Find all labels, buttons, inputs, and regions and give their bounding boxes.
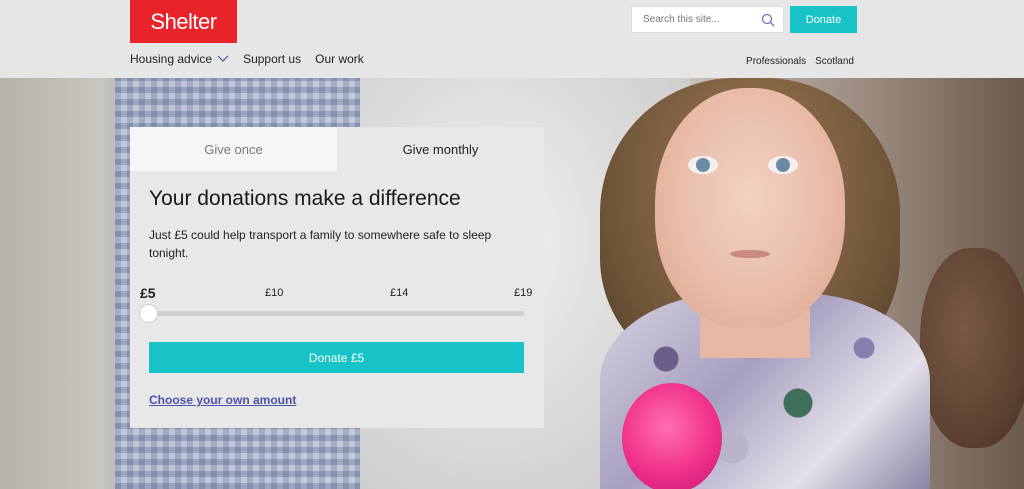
- panel-description: Just £5 could help transport a family to…: [149, 228, 492, 260]
- nav-our-work[interactable]: Our work: [315, 52, 364, 66]
- nav-housing-advice[interactable]: Housing advice: [130, 52, 229, 66]
- site-header: Shelter Donate Housing advice Support us…: [0, 0, 1024, 78]
- util-scotland[interactable]: Scotland: [815, 56, 854, 67]
- shelter-logo[interactable]: Shelter: [130, 0, 237, 43]
- panel-title: Your donations make a difference: [149, 187, 461, 210]
- amount-slider-track[interactable]: [149, 311, 524, 316]
- amount-option-19[interactable]: £19: [514, 287, 532, 299]
- amount-option-10[interactable]: £10: [265, 287, 283, 299]
- search-box[interactable]: [631, 6, 784, 33]
- donate-header-button[interactable]: Donate: [790, 6, 857, 33]
- amount-option-14[interactable]: £14: [390, 287, 408, 299]
- nav-label: Support us: [243, 52, 302, 66]
- amount-option-5[interactable]: £5: [140, 285, 156, 301]
- tab-give-monthly[interactable]: Give monthly: [337, 127, 544, 171]
- donation-tabs: Give once Give monthly: [130, 127, 544, 171]
- utility-nav: Professionals Scotland: [746, 56, 854, 67]
- child-eye-right: [768, 156, 798, 174]
- tab-give-once[interactable]: Give once: [130, 127, 337, 171]
- donate-amount-button[interactable]: Donate £5: [149, 342, 524, 373]
- util-professionals[interactable]: Professionals: [746, 56, 806, 67]
- child-eye-left: [688, 156, 718, 174]
- amount-slider-handle[interactable]: [139, 304, 158, 323]
- choose-own-amount-link[interactable]: Choose your own amount: [149, 393, 296, 407]
- child-mouth: [730, 250, 770, 258]
- main-nav: Housing advice Support us Our work: [130, 52, 364, 66]
- teddy-bear: [920, 248, 1024, 448]
- donation-panel: Give once Give monthly Your donations ma…: [130, 127, 544, 428]
- nav-label: Housing advice: [130, 52, 213, 66]
- search-icon[interactable]: [761, 13, 775, 27]
- search-input[interactable]: [643, 14, 753, 25]
- pink-flower: [622, 383, 722, 489]
- nav-support-us[interactable]: Support us: [243, 52, 301, 66]
- child-face: [655, 88, 845, 328]
- chevron-down-icon: [217, 55, 229, 62]
- amount-labels: £5 £10 £14 £19: [140, 285, 534, 303]
- nav-label: Our work: [315, 52, 364, 66]
